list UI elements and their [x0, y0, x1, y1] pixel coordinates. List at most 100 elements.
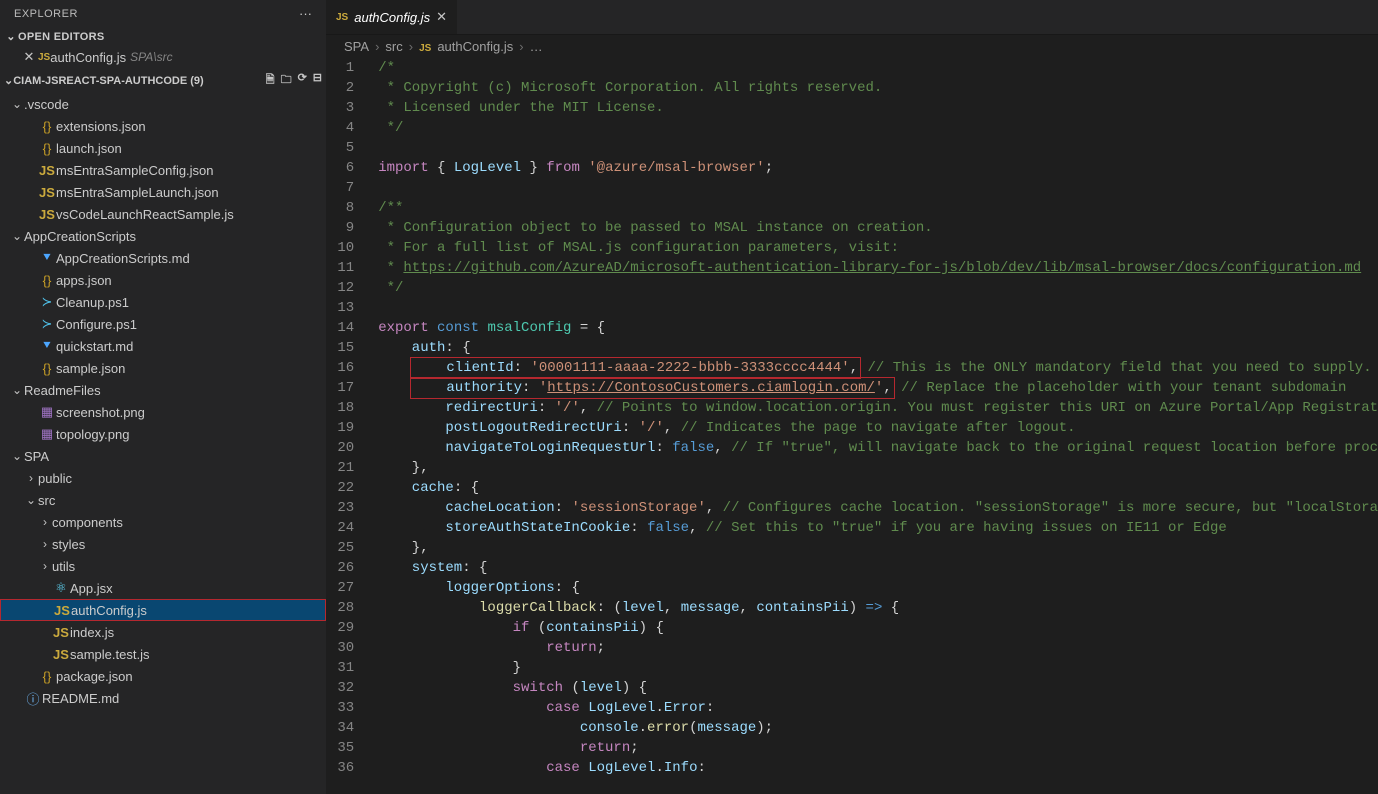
- refresh-icon[interactable]: ⟳: [298, 71, 307, 90]
- file-item[interactable]: ⚛App.jsx: [0, 577, 326, 599]
- file-name: Cleanup.ps1: [56, 295, 129, 310]
- folder-item[interactable]: ⌄src: [0, 489, 326, 511]
- chevron-icon: ⌄: [10, 449, 24, 463]
- explorer-header: EXPLORER ···: [0, 0, 326, 27]
- breadcrumb-separator: ›: [519, 39, 523, 54]
- file-item[interactable]: JSmsEntraSampleConfig.json: [0, 159, 326, 181]
- file-item[interactable]: ▦screenshot.png: [0, 401, 326, 423]
- breadcrumb-separator: ›: [375, 39, 379, 54]
- chevron-icon: ⌄: [10, 229, 24, 243]
- file-name: authConfig.js: [71, 603, 147, 618]
- file-name: vsCodeLaunchReactSample.js: [56, 207, 234, 222]
- breadcrumb-item[interactable]: authConfig.js: [437, 39, 513, 54]
- folder-name: AppCreationScripts: [24, 229, 136, 244]
- folder-name: ReadmeFiles: [24, 383, 101, 398]
- file-name: authConfig.js: [50, 50, 126, 65]
- folder-name: .vscode: [24, 97, 69, 112]
- file-name: apps.json: [56, 273, 112, 288]
- file-tree[interactable]: ⌄.vscode{}extensions.json{}launch.jsonJS…: [0, 93, 326, 794]
- file-item[interactable]: JSauthConfig.js: [0, 599, 326, 621]
- file-name: sample.json: [56, 361, 125, 376]
- folder-name: public: [38, 471, 72, 486]
- breadcrumbs[interactable]: SPA›src›JSauthConfig.js›…: [326, 35, 1378, 58]
- folder-name: SPA: [24, 449, 49, 464]
- more-actions-icon[interactable]: ···: [299, 6, 312, 21]
- editor-area: JS authConfig.js ✕ SPA › src › JS authConfig.…: [326, 0, 1378, 794]
- chevron-icon: ›: [24, 471, 38, 485]
- file-name: quickstart.md: [56, 339, 133, 354]
- file-name: Configure.ps1: [56, 317, 137, 332]
- folder-item[interactable]: ⌄ReadmeFiles: [0, 379, 326, 401]
- breadcrumb-item[interactable]: …: [530, 39, 543, 54]
- file-name: extensions.json: [56, 119, 146, 134]
- chevron-icon: ›: [38, 559, 52, 573]
- chevron-icon: ›: [38, 515, 52, 529]
- folder-item[interactable]: ⌄.vscode: [0, 93, 326, 115]
- file-item[interactable]: JSindex.js: [0, 621, 326, 643]
- file-name: msEntraSampleLaunch.json: [56, 185, 219, 200]
- file-item[interactable]: ⯆AppCreationScripts.md: [0, 247, 326, 269]
- breadcrumb-item[interactable]: SPA: [344, 39, 369, 54]
- file-item[interactable]: JSmsEntraSampleLaunch.json: [0, 181, 326, 203]
- explorer-title: EXPLORER: [14, 8, 78, 20]
- breadcrumb-item[interactable]: src: [385, 39, 402, 54]
- code-content[interactable]: /* * Copyright (c) Microsoft Corporation…: [378, 58, 1378, 794]
- editor-tabs: JS authConfig.js ✕: [326, 0, 1378, 35]
- file-item[interactable]: {}package.json: [0, 665, 326, 687]
- file-item[interactable]: {}launch.json: [0, 137, 326, 159]
- folder-item[interactable]: ⌄SPA: [0, 445, 326, 467]
- file-item[interactable]: ⓘREADME.md: [0, 687, 326, 709]
- file-name: sample.test.js: [70, 647, 149, 662]
- file-item[interactable]: JSsample.test.js: [0, 643, 326, 665]
- open-editor-item[interactable]: ✕JSauthConfig.jsSPA\src: [0, 46, 326, 68]
- file-name: App.jsx: [70, 581, 113, 596]
- folder-name: utils: [52, 559, 75, 574]
- chevron-icon: ⌄: [10, 383, 24, 397]
- file-name: launch.json: [56, 141, 122, 156]
- file-item[interactable]: ≻Cleanup.ps1: [0, 291, 326, 313]
- file-item[interactable]: {}sample.json: [0, 357, 326, 379]
- file-name: index.js: [70, 625, 114, 640]
- file-item[interactable]: ⯆quickstart.md: [0, 335, 326, 357]
- file-name: screenshot.png: [56, 405, 145, 420]
- line-numbers: 1234567891011121314151617181920212223242…: [326, 58, 378, 794]
- file-name: msEntraSampleConfig.json: [56, 163, 214, 178]
- folder-item[interactable]: ⌄AppCreationScripts: [0, 225, 326, 247]
- project-name: CIAM-JSREACT-SPA-AUTHCODE (9): [13, 75, 203, 87]
- new-file-icon[interactable]: 🗎: [266, 71, 275, 90]
- code-editor[interactable]: 1234567891011121314151617181920212223242…: [326, 58, 1378, 794]
- folder-item[interactable]: ›components: [0, 511, 326, 533]
- open-editors-header[interactable]: ⌄ OPEN EDITORS: [0, 27, 326, 46]
- file-item[interactable]: ≻Configure.ps1: [0, 313, 326, 335]
- file-item[interactable]: JSvsCodeLaunchReactSample.js: [0, 203, 326, 225]
- file-path: SPA\src: [130, 50, 172, 64]
- tab-authconfig[interactable]: JS authConfig.js ✕: [326, 0, 457, 34]
- chevron-icon: ›: [38, 537, 52, 551]
- file-item[interactable]: {}extensions.json: [0, 115, 326, 137]
- explorer-sidebar: EXPLORER ··· ⌄ OPEN EDITORS ✕ JSauthConfi…: [0, 0, 326, 794]
- folder-item[interactable]: ›styles: [0, 533, 326, 555]
- file-name: package.json: [56, 669, 133, 684]
- file-item[interactable]: {}apps.json: [0, 269, 326, 291]
- folder-name: src: [38, 493, 55, 508]
- tab-label: authConfig.js: [354, 10, 430, 25]
- close-icon[interactable]: ✕: [20, 49, 38, 65]
- collapse-all-icon[interactable]: ⊟: [313, 71, 322, 90]
- project-header[interactable]: ⌄ CIAM-JSREACT-SPA-AUTHCODE (9) 🗎 🗀 ⟳ ⊟: [0, 68, 326, 93]
- breadcrumb-separator: ›: [409, 39, 413, 54]
- open-editors-label: OPEN EDITORS: [18, 31, 105, 43]
- close-icon[interactable]: ✕: [436, 9, 447, 25]
- new-folder-icon[interactable]: 🗀: [281, 71, 292, 90]
- folder-name: components: [52, 515, 123, 530]
- file-item[interactable]: ▦topology.png: [0, 423, 326, 445]
- chevron-down-icon: ⌄: [4, 74, 13, 87]
- file-name: AppCreationScripts.md: [56, 251, 190, 266]
- file-name: README.md: [42, 691, 119, 706]
- chevron-icon: ⌄: [24, 493, 38, 507]
- chevron-down-icon: ⌄: [4, 30, 18, 43]
- folder-item[interactable]: ›utils: [0, 555, 326, 577]
- file-name: topology.png: [56, 427, 130, 442]
- js-icon: JS: [336, 12, 348, 23]
- folder-item[interactable]: ›public: [0, 467, 326, 489]
- chevron-icon: ⌄: [10, 97, 24, 111]
